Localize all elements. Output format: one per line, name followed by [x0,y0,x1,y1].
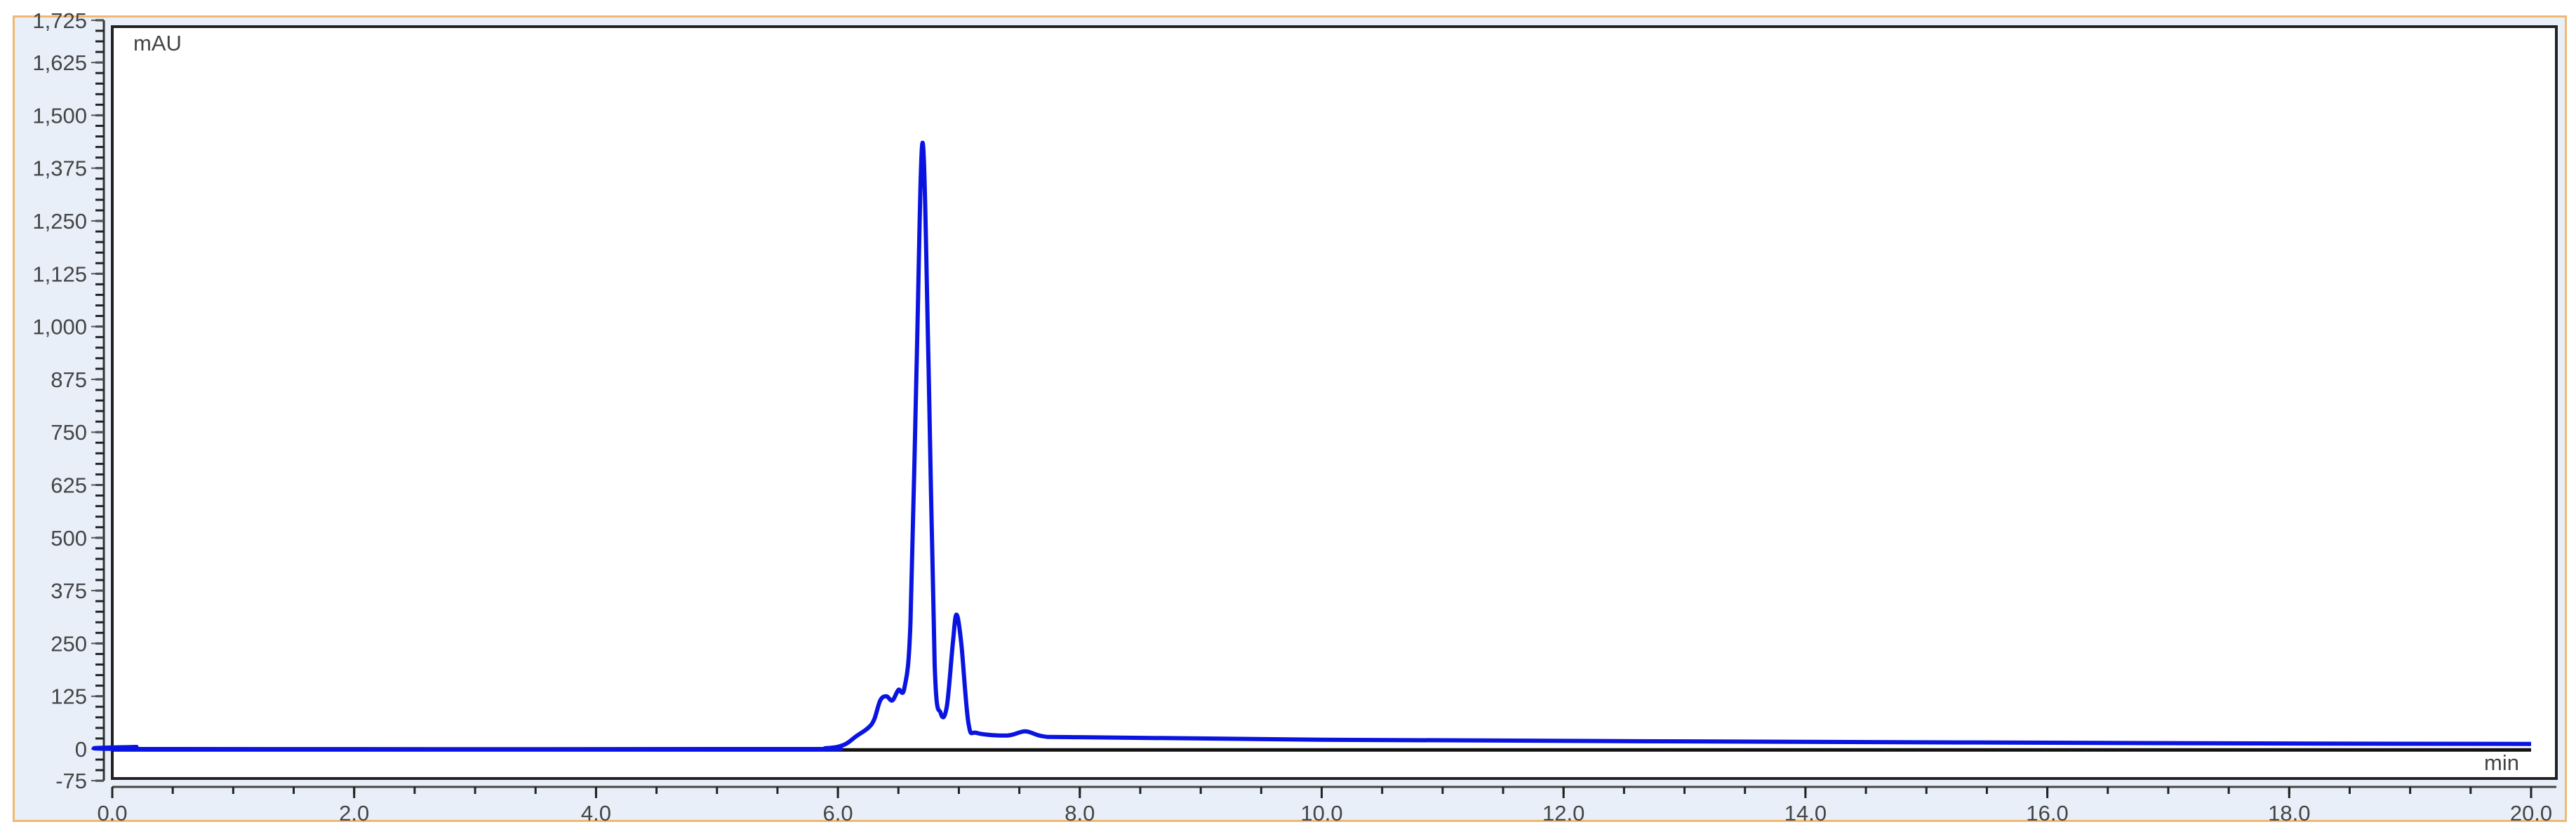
x-tick-label: 18.0 [2268,801,2310,825]
x-tick-label: 6.0 [823,801,853,825]
y-tick-label: 1,375 [32,156,87,181]
x-tick-label: 4.0 [581,801,611,825]
x-tick-label: 20.0 [2510,801,2552,825]
x-tick-label: 14.0 [1784,801,1827,825]
y-tick-label: 750 [51,420,87,445]
y-tick-label: 1,250 [32,209,87,234]
y-tick-label: 1,725 [32,8,87,33]
x-tick-label: 2.0 [339,801,369,825]
chromatogram-chart: 1,725 1,625 1,500 1,375 1,250 1,125 1,000 875 75… [32,8,2558,825]
y-tick-label: 500 [51,526,87,551]
x-tick-label: 16.0 [2026,801,2068,825]
x-tick-label: 10.0 [1300,801,1342,825]
y-tick-label: -75 [55,769,87,793]
y-axis-label: mAU [133,31,182,55]
y-tick-label: 1,500 [32,103,87,128]
y-tick-label: 125 [51,685,87,709]
x-axis-label: min [2484,750,2519,775]
x-axis: 0.0 2.0 4.0 6.0 8.0 10.0 12.0 14.0 16.0 18.0 20.0 [97,786,2556,825]
x-tick-label: 8.0 [1065,801,1095,825]
y-tick-label: 250 [51,631,87,656]
plot-area [111,25,2558,780]
y-tick-label: 1,625 [32,50,87,75]
y-tick-label: 1,125 [32,262,87,286]
y-tick-label: 0 [75,737,87,762]
y-tick-label: 375 [51,579,87,603]
x-tick-label: 12.0 [1542,801,1584,825]
y-tick-label: 1,000 [32,315,87,339]
x-tick-label: 0.0 [97,801,127,825]
y-axis: 1,725 1,625 1,500 1,375 1,250 1,125 1,000 875 75… [32,8,105,793]
y-tick-label: 875 [51,368,87,392]
y-tick-label: 625 [51,473,87,498]
